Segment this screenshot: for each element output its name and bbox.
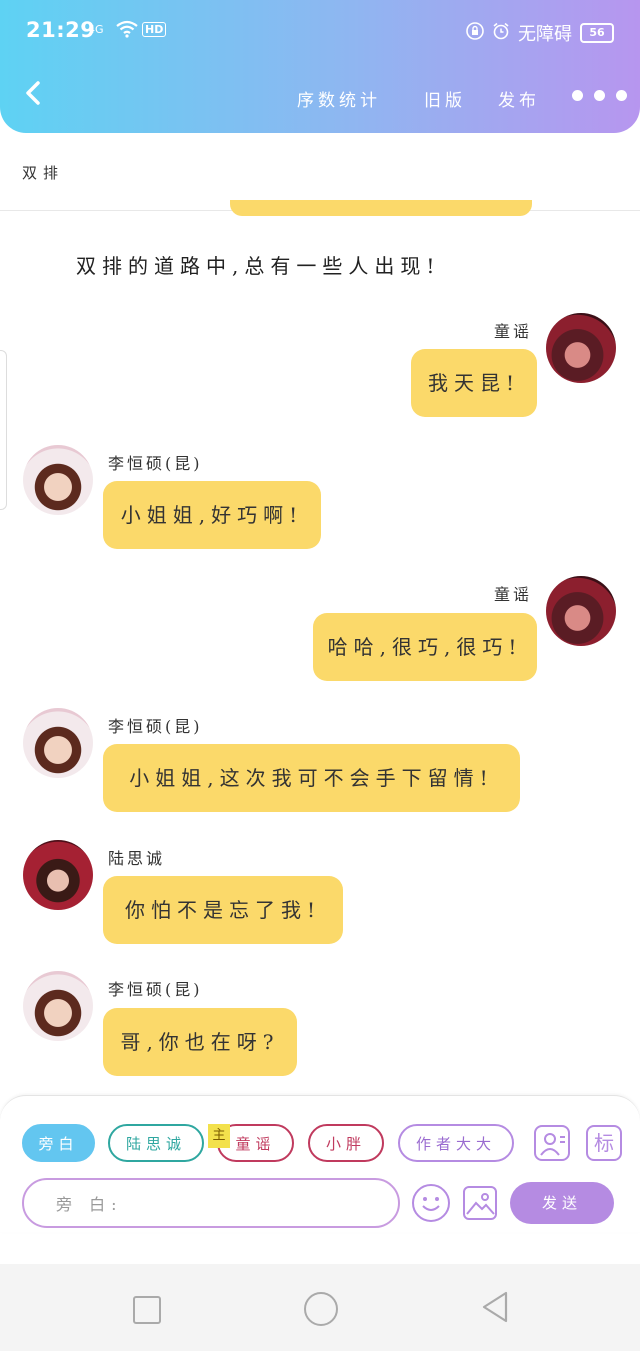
message-input-field[interactable] [54, 1180, 378, 1228]
message-bubble[interactable]: 小姐姐,这次我可不会手下留情! [103, 744, 520, 812]
role-chip-author[interactable]: 作者大大 [398, 1124, 514, 1162]
boy-avatar[interactable] [23, 971, 93, 1041]
back-icon[interactable] [22, 78, 44, 108]
previous-bubble-edge [230, 200, 532, 216]
app-header: 21:29 4G HD 无障碍 56 序数统计 旧版 发布 [0, 0, 640, 133]
drawer-handle[interactable] [0, 350, 7, 510]
speaker-name: 李恒硕(昆) [108, 717, 203, 736]
boy-avatar[interactable] [23, 445, 93, 515]
add-character-icon[interactable] [534, 1125, 570, 1161]
emoji-icon[interactable] [412, 1184, 450, 1222]
message-bubble[interactable]: 我天昆! [411, 349, 537, 417]
hd-badge: HD [142, 22, 167, 37]
home-icon[interactable] [304, 1292, 338, 1326]
status-bar: 21:29 4G HD 无障碍 56 [26, 18, 614, 48]
speaker-name: 童谣 [494, 585, 533, 604]
recent-apps-icon[interactable] [133, 1296, 161, 1324]
speaker-name: 李恒硕(昆) [108, 980, 203, 999]
girl-avatar[interactable] [546, 576, 616, 646]
accessibility-label: 无障碍 [518, 24, 572, 45]
alarm-icon [492, 22, 510, 45]
back-nav-icon[interactable] [480, 1290, 510, 1328]
status-time: 21:29 [26, 18, 96, 42]
wifi-icon [116, 20, 138, 43]
publish-button[interactable]: 发布 [498, 86, 540, 111]
image-icon[interactable] [463, 1186, 497, 1220]
boy2-avatar[interactable] [23, 840, 93, 910]
girl-avatar[interactable] [546, 313, 616, 383]
boy-avatar[interactable] [23, 708, 93, 778]
send-button[interactable]: 发送 [510, 1182, 614, 1224]
mark-button[interactable]: 标 [586, 1125, 622, 1161]
message-bubble[interactable]: 小姐姐,好巧啊! [103, 481, 321, 549]
message-bubble[interactable]: 哥,你也在呀? [103, 1008, 297, 1076]
speaker-name: 童谣 [494, 322, 533, 341]
tab-old-version[interactable]: 旧版 [424, 86, 466, 111]
message-input[interactable] [22, 1178, 400, 1228]
status-right: 无障碍 56 [466, 20, 614, 46]
signal-indicator: 4G [88, 23, 104, 36]
battery-icon: 56 [580, 23, 614, 43]
story-title: 双排 [22, 164, 65, 182]
tab-ordinal-stats[interactable]: 序数统计 [297, 86, 381, 111]
speaker-name: 李恒硕(昆) [108, 454, 203, 473]
role-chip-xiaopang[interactable]: 小胖 [308, 1124, 384, 1162]
narration-text: 双排的道路中,总有一些人出现! [76, 254, 441, 278]
speaker-name: 陆思诚 [108, 849, 166, 868]
message-bubble[interactable]: 你怕不是忘了我! [103, 876, 343, 944]
message-bubble[interactable]: 哈哈,很巧,很巧! [313, 613, 537, 681]
host-tag: 主 [208, 1124, 230, 1148]
role-chip-lu-sicheng[interactable]: 陆思诚 [108, 1124, 204, 1162]
more-options-icon[interactable] [572, 90, 627, 101]
lock-icon [466, 21, 484, 45]
role-chip-narration[interactable]: 旁白 [22, 1124, 95, 1162]
